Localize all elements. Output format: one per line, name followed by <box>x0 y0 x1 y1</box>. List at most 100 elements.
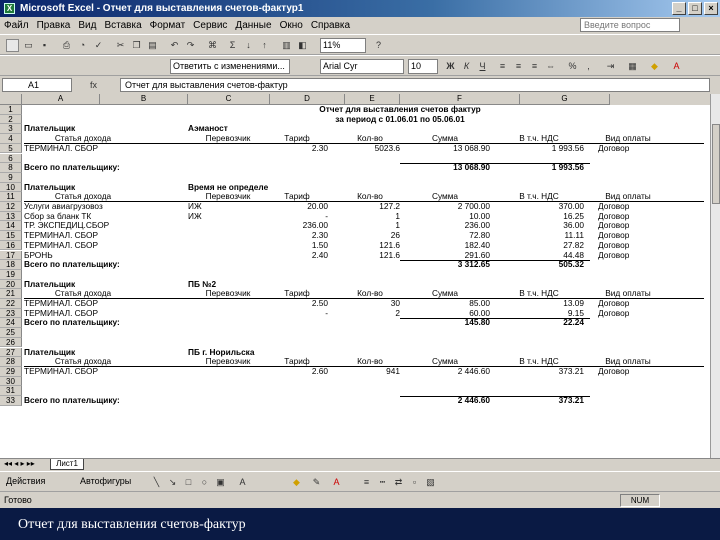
cell[interactable]: ТЕРМИНАЛ. СБОР <box>24 299 142 309</box>
cell[interactable]: Всего по плательщику: <box>24 318 142 328</box>
cell[interactable]: Договор <box>598 212 658 222</box>
font-size-select[interactable]: 10 <box>408 59 438 74</box>
cell[interactable]: Аэманост <box>188 124 268 134</box>
arrow-style-icon[interactable]: ⇄ <box>392 476 405 489</box>
drawing-icon[interactable]: ◧ <box>296 39 309 52</box>
column-header-A[interactable]: A <box>22 94 100 105</box>
cell[interactable]: ИЖ <box>188 212 268 222</box>
actions-menu[interactable]: Действия <box>6 476 45 486</box>
shadow-icon[interactable]: ▫ <box>408 476 421 489</box>
row-header[interactable]: 11 <box>0 192 22 202</box>
fill-color-icon[interactable]: ◆ <box>648 60 661 73</box>
cell[interactable]: 291.60 <box>400 251 490 261</box>
cell[interactable]: 941 <box>340 367 400 377</box>
line-color-icon[interactable]: ✎ <box>310 476 323 489</box>
cell[interactable]: ТЕРМИНАЛ. СБОР <box>24 367 142 377</box>
scroll-thumb[interactable] <box>712 124 720 204</box>
formula-input[interactable]: Отчет для выставления счетов-фактур <box>120 78 710 92</box>
cell[interactable]: - <box>266 309 328 319</box>
cell[interactable]: 1 993.56 <box>494 144 584 154</box>
wordart-icon[interactable]: A <box>236 476 249 489</box>
cell[interactable]: 13 068.90 <box>400 144 490 154</box>
cell[interactable]: 2.30 <box>266 231 328 241</box>
cell[interactable]: Договор <box>598 251 658 261</box>
cell[interactable]: 1 993.56 <box>494 163 584 173</box>
vertical-scrollbar[interactable] <box>710 94 720 458</box>
underline-icon[interactable]: Ч <box>476 60 489 73</box>
row-header[interactable]: 1 <box>0 105 22 115</box>
cell[interactable]: 9.15 <box>494 309 584 319</box>
cell[interactable]: 1 <box>340 221 400 231</box>
cell[interactable]: Плательщик <box>24 124 142 134</box>
cell[interactable]: - <box>266 212 328 222</box>
merge-center-icon[interactable]: ⇔ <box>544 60 557 73</box>
tab-scroll-arrows-icon[interactable]: ◂◂ ◂ ▸ ▸▸ <box>4 459 35 468</box>
row-header[interactable]: 5 <box>0 143 22 154</box>
cell[interactable]: 121.6 <box>340 251 400 261</box>
row-header[interactable]: 22 <box>0 299 22 309</box>
cell[interactable]: 16.25 <box>494 212 584 222</box>
cell[interactable]: 13.09 <box>494 299 584 309</box>
cell[interactable]: 2 <box>340 309 400 319</box>
cell[interactable]: 27.82 <box>494 241 584 251</box>
menu-item-5[interactable]: Сервис <box>189 17 231 34</box>
cell[interactable]: Всего по плательщику: <box>24 260 142 270</box>
redo-icon[interactable]: ↷ <box>184 39 197 52</box>
cell[interactable]: 1.50 <box>266 241 328 251</box>
row-header[interactable]: 2 <box>0 114 22 125</box>
cell[interactable]: 1 <box>340 212 400 222</box>
cell[interactable]: 26 <box>340 231 400 241</box>
menu-item-7[interactable]: Окно <box>276 17 307 34</box>
cell[interactable]: 145.80 <box>400 318 490 328</box>
cell[interactable]: 236.00 <box>266 221 328 231</box>
align-left-icon[interactable]: ≡ <box>496 60 509 73</box>
row-header[interactable]: 23 <box>0 308 22 319</box>
cell[interactable]: ТР. ЭКСПЕДИЦ.СБОР <box>24 221 142 231</box>
reply-with-changes-field[interactable]: Ответить с изменениями... <box>170 59 290 74</box>
row-header[interactable]: 4 <box>0 134 22 144</box>
cell[interactable]: Всего по плательщику: <box>24 396 142 406</box>
cut-icon[interactable]: ✂ <box>114 39 127 52</box>
currency-icon[interactable]: % <box>566 60 579 73</box>
cell[interactable]: Договор <box>598 367 658 377</box>
align-right-icon[interactable]: ≡ <box>528 60 541 73</box>
row-header[interactable]: 6 <box>0 153 22 164</box>
cell[interactable]: Договор <box>598 144 658 154</box>
align-center-icon[interactable]: ≡ <box>512 60 525 73</box>
cell[interactable]: Всего по плательщику: <box>24 163 142 173</box>
cell[interactable]: 121.6 <box>340 241 400 251</box>
cell[interactable]: 11.11 <box>494 231 584 241</box>
menu-item-3[interactable]: Вставка <box>100 17 145 34</box>
row-header[interactable]: 10 <box>0 182 22 193</box>
cell[interactable]: ТЕРМИНАЛ. СБОР <box>24 231 142 241</box>
column-header-B[interactable]: B <box>100 94 188 105</box>
menu-item-2[interactable]: Вид <box>74 17 100 34</box>
sort-ascending-icon[interactable]: ↓ <box>242 39 255 52</box>
cell[interactable]: 127.2 <box>340 202 400 212</box>
cell[interactable]: ТЕРМИНАЛ. СБОР <box>24 144 142 154</box>
font-select[interactable]: Arial Cyr <box>320 59 404 74</box>
cell[interactable]: Договор <box>598 202 658 212</box>
textbox-icon[interactable]: ▣ <box>214 476 227 489</box>
row-header[interactable]: 9 <box>0 172 22 183</box>
menu-item-8[interactable]: Справка <box>307 17 354 34</box>
row-header[interactable]: 15 <box>0 231 22 241</box>
fx-icon[interactable]: fx <box>90 78 120 92</box>
cell[interactable]: 10.00 <box>400 212 490 222</box>
minimize-button[interactable]: _ <box>672 2 686 15</box>
cell[interactable]: 60.00 <box>400 309 490 319</box>
copy-icon[interactable]: ❐ <box>130 39 143 52</box>
maximize-button[interactable]: □ <box>688 2 702 15</box>
row-header[interactable]: 25 <box>0 328 22 338</box>
italic-icon[interactable]: К <box>460 60 473 73</box>
cell[interactable]: 236.00 <box>400 221 490 231</box>
chart-wizard-icon[interactable]: ▥ <box>280 39 293 52</box>
cell[interactable]: ИЖ <box>188 202 268 212</box>
cell[interactable]: ТЕРМИНАЛ. СБОР <box>24 241 142 251</box>
menu-item-1[interactable]: Правка <box>33 17 75 34</box>
cell[interactable]: 85.00 <box>400 299 490 309</box>
cell[interactable]: 20.00 <box>266 202 328 212</box>
cell[interactable]: 182.40 <box>400 241 490 251</box>
borders-icon[interactable]: ▦ <box>626 60 639 73</box>
row-header[interactable]: 12 <box>0 202 22 212</box>
